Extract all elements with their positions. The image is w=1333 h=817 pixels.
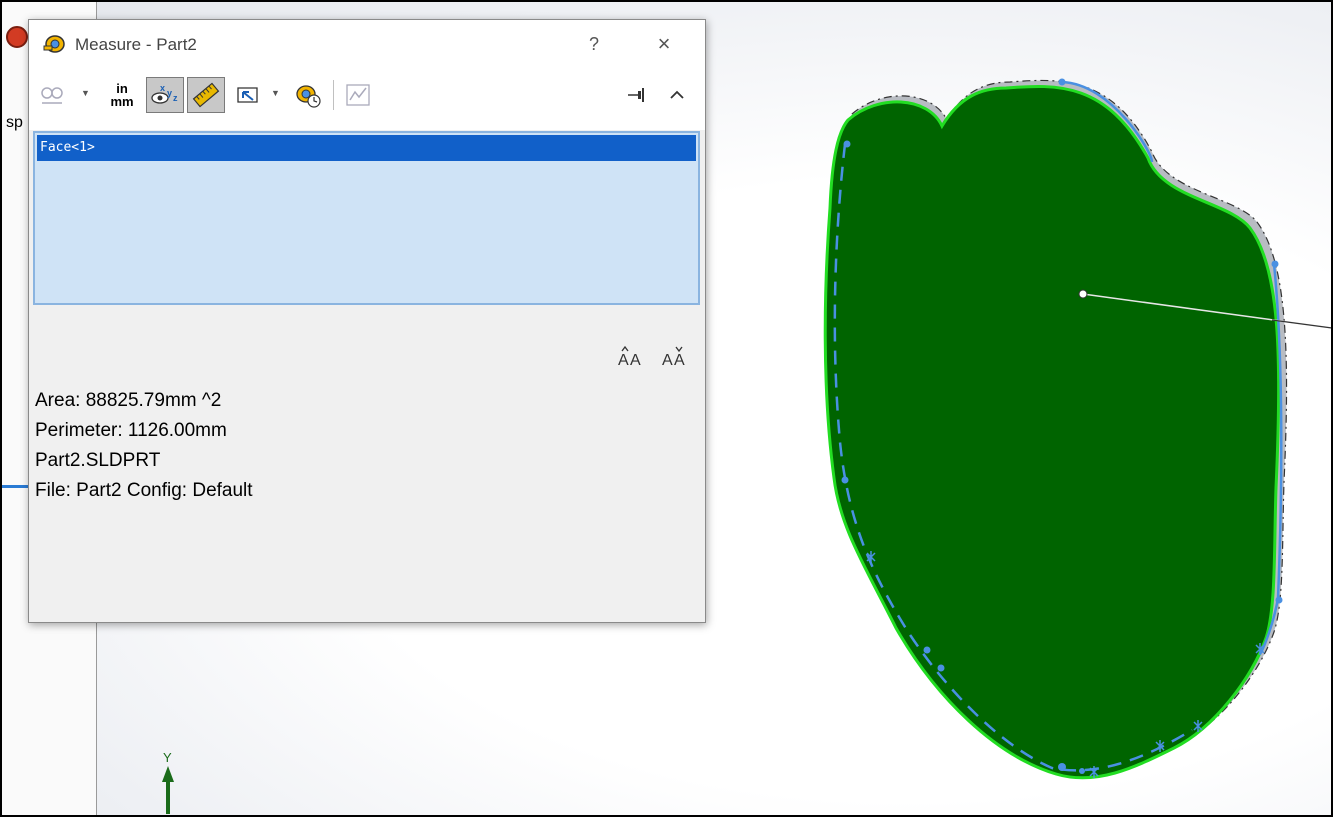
svg-text:A: A — [630, 352, 641, 369]
svg-text:A: A — [674, 352, 685, 369]
svg-text:y: y — [167, 88, 172, 98]
measure-toolbar: ▼ in mm x y z ▼ — [29, 70, 705, 130]
measure-dialog[interactable]: Measure - Part2 ? × ▼ in mm x y z ▼ Face… — [28, 19, 706, 623]
increase-font-icon: A A — [618, 345, 641, 369]
ruler-icon — [192, 82, 220, 108]
font-size-controls: A A A A — [616, 345, 690, 374]
app-frame: sp Y Measure - Part2 ? × ▼ in mm x y z ▼… — [0, 0, 1333, 817]
history-button[interactable] — [291, 77, 325, 113]
show-xyz-button[interactable]: x y z — [146, 77, 184, 113]
selection-list[interactable]: Face<1> — [33, 131, 700, 305]
point-to-point-button[interactable] — [187, 77, 225, 113]
pin-icon — [628, 88, 644, 102]
increase-font-button[interactable]: A A — [616, 345, 646, 374]
svg-text:x: x — [160, 83, 165, 93]
dialog-titlebar[interactable]: Measure - Part2 ? × — [29, 20, 705, 70]
svg-text:A: A — [618, 352, 629, 369]
config-result: File: Part2 Config: Default — [35, 480, 253, 501]
measure-tape-icon — [43, 35, 65, 53]
selection-item-face[interactable]: Face<1> — [37, 135, 696, 161]
xyz-eye-icon: x y z — [151, 83, 178, 104]
units-button[interactable]: in mm — [105, 77, 139, 113]
toolbar-separator — [333, 80, 334, 110]
sensor-icon — [346, 84, 370, 106]
projection-icon — [237, 87, 258, 103]
svg-text:A: A — [662, 352, 673, 369]
coordinate-triad — [162, 766, 174, 814]
units-bottom-label: mm — [110, 94, 134, 109]
collapse-button[interactable] — [663, 77, 691, 113]
centroid-point — [1078, 289, 1088, 299]
close-button[interactable]: × — [649, 30, 679, 58]
projection-button[interactable] — [232, 77, 264, 113]
perimeter-result: Perimeter: 1126.00mm — [35, 420, 227, 441]
projection-dropdown[interactable]: ▼ — [271, 88, 280, 98]
decrease-font-button[interactable]: A A — [660, 345, 690, 374]
dialog-title: Measure - Part2 — [75, 35, 197, 54]
arc-circle-icon — [41, 87, 63, 104]
arc-circle-button[interactable] — [37, 77, 67, 113]
svg-text:z: z — [173, 93, 178, 103]
area-result: Area: 88825.79mm ^2 — [35, 390, 222, 411]
collapse-icon — [670, 90, 684, 99]
help-button[interactable]: ? — [583, 30, 605, 58]
pin-button[interactable] — [623, 77, 651, 113]
measure-results: Area: 88825.79mm ^2 Perimeter: 1126.00mm… — [35, 386, 253, 506]
file-name-result: Part2.SLDPRT — [35, 450, 161, 471]
history-icon — [296, 85, 321, 108]
triad-y-label: Y — [163, 750, 172, 765]
decrease-font-icon: A A — [662, 346, 685, 369]
sensor-button[interactable] — [341, 77, 375, 113]
selected-face[interactable] — [823, 84, 1281, 780]
arc-circle-dropdown[interactable]: ▼ — [81, 88, 90, 98]
